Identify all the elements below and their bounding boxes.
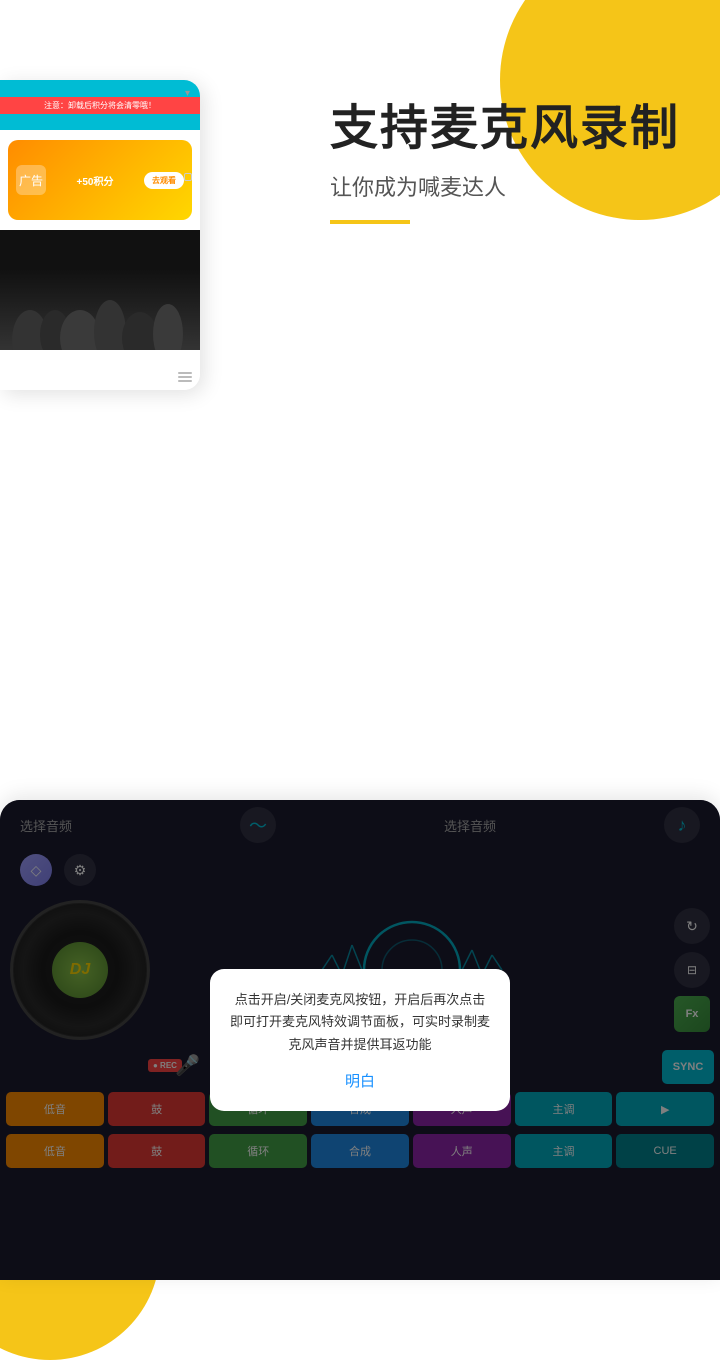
top-section: 注意：卸载后积分将会清零哦！ ▾ 广告 +50积分 去观看 bbox=[0, 0, 720, 440]
main-title: 支持麦克风录制 bbox=[330, 100, 680, 158]
modal-box: 点击开启/关闭麦克风按钮，开启后再次点击即可打开麦克风特效调节面板，可实时录制麦… bbox=[210, 969, 510, 1110]
dj-screen: 选择音频 〜 选择音频 ♪ ◇ ⚙ bbox=[0, 800, 720, 1280]
accent-divider bbox=[330, 220, 410, 224]
warning-bar: 注意：卸载后积分将会清零哦！ bbox=[0, 97, 200, 114]
line-3 bbox=[178, 380, 192, 382]
ad-icon: 广告 bbox=[16, 165, 46, 195]
audience-svg bbox=[0, 230, 200, 350]
bottom-section: 选择音频 〜 选择音频 ♪ ◇ ⚙ bbox=[0, 800, 720, 1280]
dj-device: 选择音频 〜 选择音频 ♪ ◇ ⚙ bbox=[0, 800, 720, 1280]
ad-label: 广告 bbox=[19, 172, 43, 189]
modal-overlay[interactable]: 点击开启/关闭麦克风按钮，开启后再次点击即可打开麦克风特效调节面板，可实时录制麦… bbox=[0, 800, 720, 1280]
modal-confirm-button[interactable]: 明白 bbox=[230, 1070, 490, 1091]
line-1 bbox=[178, 372, 192, 374]
device-lines bbox=[178, 372, 192, 382]
line-2 bbox=[178, 376, 192, 378]
device-dots bbox=[184, 173, 192, 181]
watch-button[interactable]: 去观看 bbox=[144, 172, 184, 189]
concert-bg bbox=[0, 230, 200, 350]
modal-text: 点击开启/关闭麦克风按钮，开启后再次点击即可打开麦克风特效调节面板，可实时录制麦… bbox=[230, 989, 490, 1055]
top-device-mockup: 注意：卸载后积分将会清零哦！ ▾ 广告 +50积分 去观看 bbox=[0, 80, 200, 390]
ad-card: 广告 +50积分 去观看 bbox=[8, 140, 192, 220]
dot-1 bbox=[184, 173, 192, 181]
page-root: 注意：卸载后积分将会清零哦！ ▾ 广告 +50积分 去观看 bbox=[0, 0, 720, 1280]
sub-title: 让你成为喊麦达人 bbox=[330, 170, 680, 202]
chevron-down-icon: ▾ bbox=[185, 88, 190, 99]
device-screen: 注意：卸载后积分将会清零哦！ ▾ 广告 +50积分 去观看 bbox=[0, 80, 200, 390]
device-top-bar: 注意：卸载后积分将会清零哦！ bbox=[0, 80, 200, 130]
ad-points: +50积分 bbox=[77, 173, 114, 188]
top-text-block: 支持麦克风录制 让你成为喊麦达人 bbox=[330, 100, 680, 224]
